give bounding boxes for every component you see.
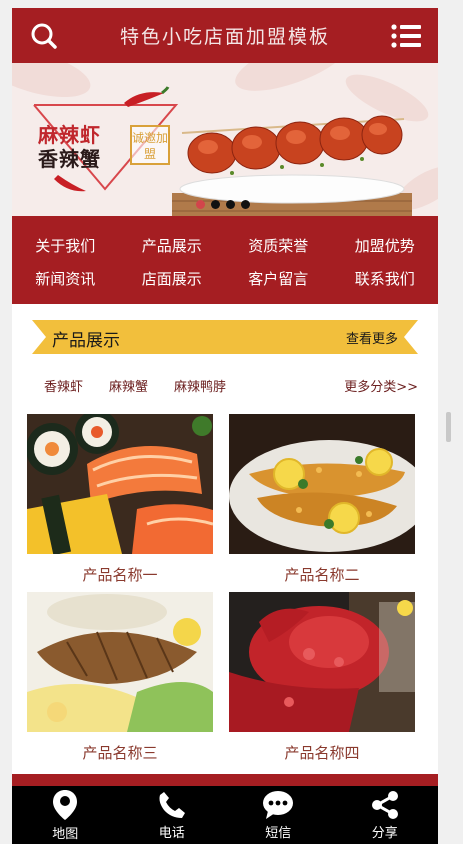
map-pin-icon	[53, 789, 78, 820]
phone-icon	[159, 791, 185, 818]
product-image-fried-fish	[229, 414, 429, 554]
product-name: 产品名称二	[284, 566, 360, 584]
hero-banner[interactable]: 麻辣虾 香辣蟹 诚邀加盟	[12, 63, 438, 216]
product-card[interactable]: 产品名称三	[27, 592, 213, 770]
share-button[interactable]: 分享	[332, 786, 439, 844]
product-name: 产品名称四	[284, 744, 360, 762]
banner-seal: 诚邀加盟	[130, 125, 170, 165]
phone-label: 电话	[158, 825, 185, 841]
sms-label: 短信	[265, 825, 292, 841]
menu-icon[interactable]	[390, 20, 422, 52]
page-scrollbar[interactable]	[446, 412, 451, 442]
mobile-page: 特色小吃店面加盟模板 麻辣虾 香辣蟹 诚邀加盟 关于我们 产品展示 资质荣誉 加…	[12, 8, 438, 844]
section-divider	[12, 774, 438, 786]
carousel-indicators	[196, 200, 250, 209]
category-link[interactable]: 麻辣蟹	[109, 376, 148, 395]
category-link[interactable]: 麻辣鸭脖	[174, 376, 226, 395]
banner-line-2: 香辣蟹	[38, 147, 101, 171]
share-label: 分享	[371, 825, 398, 841]
nav-about[interactable]: 关于我们	[12, 230, 119, 263]
bottom-toolbar: 地图 电话 短信 分享	[12, 786, 438, 844]
carousel-dot[interactable]	[226, 200, 235, 209]
section-title: 产品展示	[52, 331, 120, 351]
message-icon	[263, 790, 294, 819]
phone-button[interactable]: 电话	[119, 786, 226, 844]
product-card[interactable]: 产品名称一	[26, 410, 214, 592]
top-header: 特色小吃店面加盟模板	[12, 8, 438, 63]
view-more-link[interactable]: 查看更多	[346, 328, 398, 347]
carousel-dot[interactable]	[211, 200, 220, 209]
nav-messages[interactable]: 客户留言	[225, 263, 332, 296]
map-button[interactable]: 地图	[12, 786, 119, 844]
carousel-dot[interactable]	[241, 200, 250, 209]
category-list: 香辣虾 麻辣蟹 麻辣鸭脖 更多分类>>	[44, 376, 418, 395]
nav-honors[interactable]: 资质荣誉	[225, 230, 332, 263]
search-icon[interactable]	[28, 20, 60, 52]
products-section-header: 产品展示 查看更多	[32, 320, 418, 354]
product-name: 产品名称三	[82, 744, 158, 762]
product-name: 产品名称一	[82, 566, 158, 584]
shrimp-skewer-image	[172, 115, 412, 216]
product-grid: 产品名称一 产品名称二 产品名称三 产品名称四	[26, 410, 438, 770]
sms-button[interactable]: 短信	[225, 786, 332, 844]
map-label: 地图	[52, 826, 79, 842]
product-card[interactable]: 产品名称四	[229, 592, 415, 770]
product-image-lobster	[229, 592, 415, 732]
chili-icon-small	[54, 175, 86, 192]
product-card[interactable]: 产品名称二	[229, 414, 429, 592]
nav-stores[interactable]: 店面展示	[119, 263, 226, 296]
main-nav: 关于我们 产品展示 资质荣誉 加盟优势 新闻资讯 店面展示 客户留言 联系我们	[12, 216, 438, 304]
product-image-sushi	[26, 410, 214, 556]
category-link[interactable]: 香辣虾	[44, 376, 83, 395]
chili-icon	[124, 86, 170, 107]
site-title: 特色小吃店面加盟模板	[119, 26, 330, 48]
carousel-dot[interactable]	[196, 200, 205, 209]
more-categories-link[interactable]: 更多分类>>	[344, 376, 418, 395]
nav-contact[interactable]: 联系我们	[332, 263, 439, 296]
nav-news[interactable]: 新闻资讯	[12, 263, 119, 296]
nav-advantages[interactable]: 加盟优势	[332, 230, 439, 263]
share-icon	[371, 790, 398, 819]
product-image-grilled-fish	[27, 592, 213, 732]
nav-products[interactable]: 产品展示	[119, 230, 226, 263]
